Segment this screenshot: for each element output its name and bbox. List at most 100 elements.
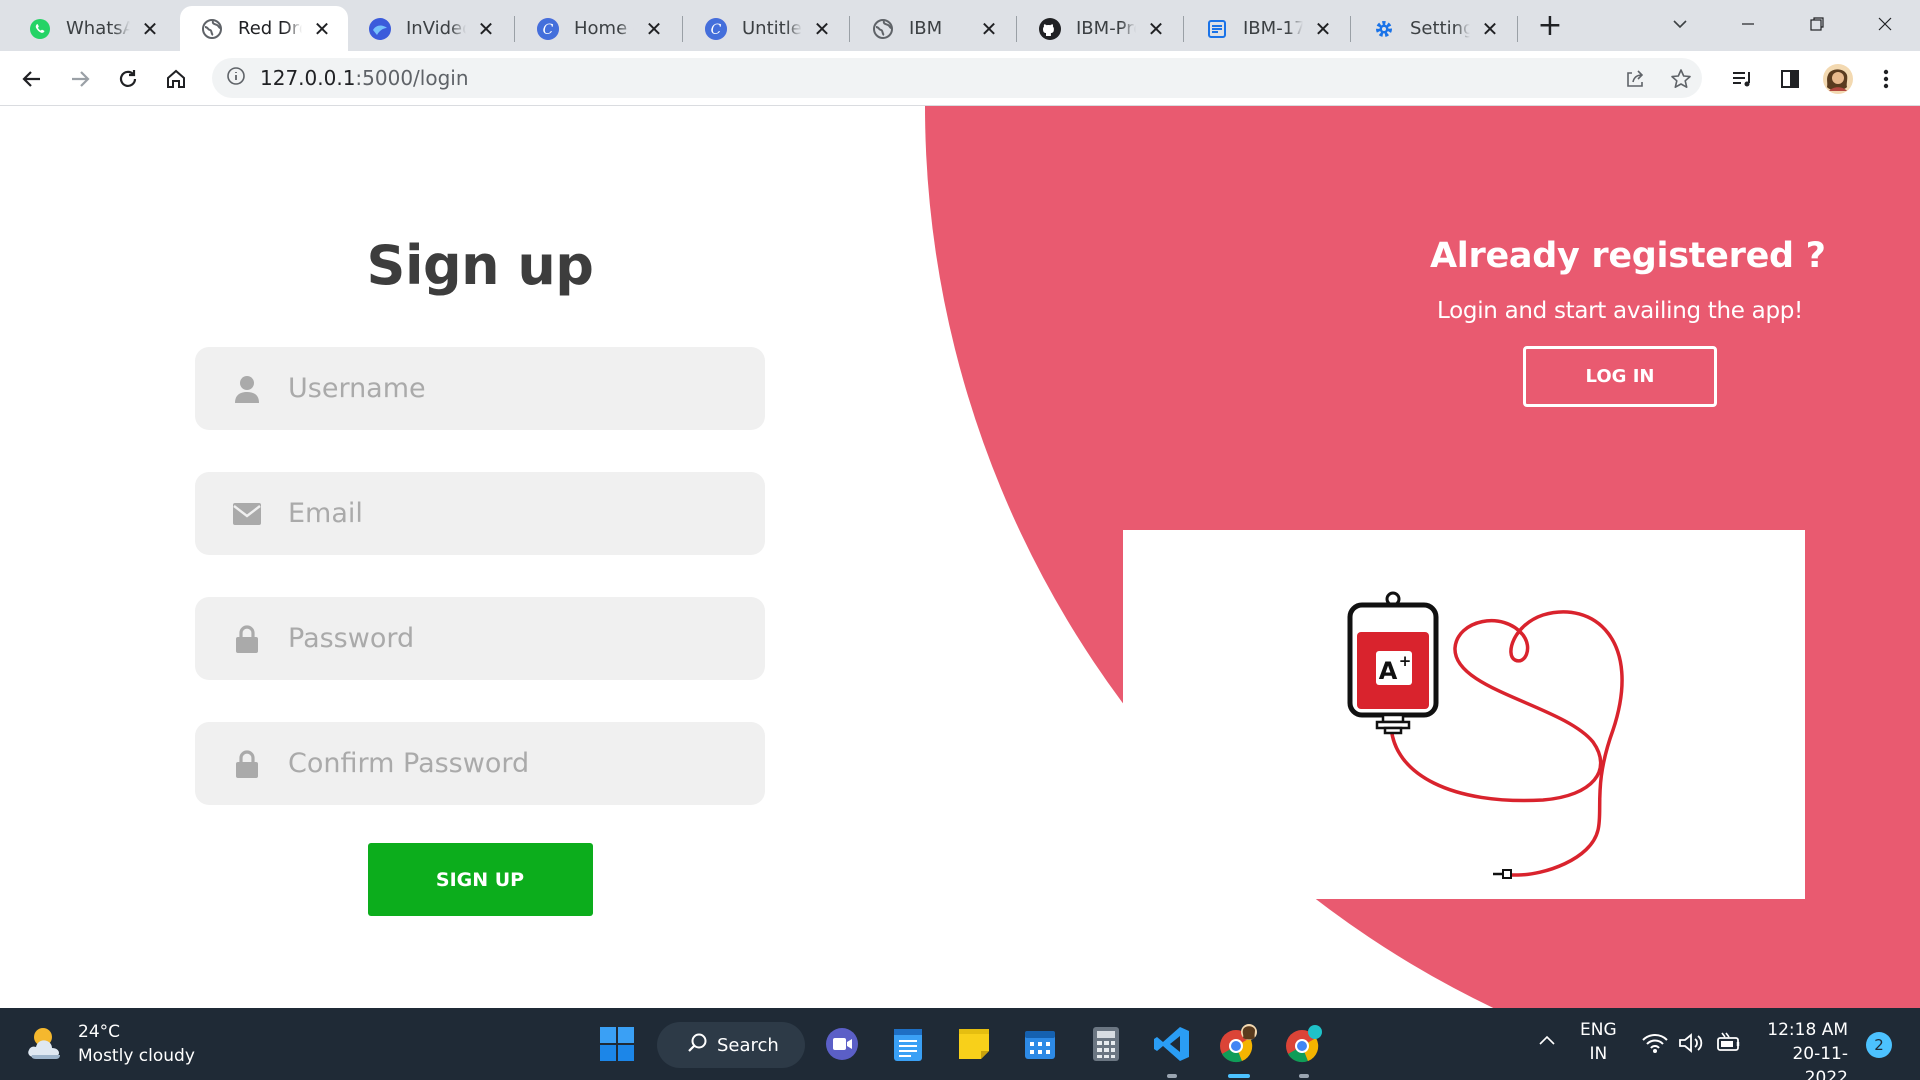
url-path: :5000/login (355, 66, 469, 90)
close-icon[interactable]: ✕ (474, 17, 498, 41)
close-icon[interactable]: ✕ (1478, 17, 1502, 41)
windows-taskbar: 24°C Mostly cloudy Search ENG IN 12:18 A… (0, 1008, 1920, 1080)
side-panel-icon[interactable] (1774, 63, 1806, 95)
close-icon[interactable]: ✕ (1311, 17, 1335, 41)
tab-title: Home - C (574, 18, 634, 39)
language-line2: IN (1589, 1044, 1608, 1064)
close-icon[interactable]: ✕ (1144, 17, 1168, 41)
share-icon[interactable] (1622, 66, 1648, 92)
language-indicator[interactable]: ENG IN (1580, 1018, 1617, 1066)
windows-start-icon[interactable] (595, 1022, 639, 1066)
calendar-icon[interactable] (1018, 1022, 1062, 1066)
tab-settings[interactable]: Settings ✕ (1352, 6, 1516, 51)
close-icon[interactable]: ✕ (642, 17, 666, 41)
tab-search-chevron-icon[interactable] (1655, 4, 1705, 44)
tab-title: IBM-171 (1243, 18, 1303, 39)
weather-temp: 24°C (78, 1022, 121, 1042)
vscode-icon[interactable] (1150, 1022, 1194, 1066)
page-content: Sign up SIGN UP Alre (0, 106, 1920, 1008)
sticky-notes-icon[interactable] (952, 1022, 996, 1066)
close-icon[interactable]: ✕ (810, 17, 834, 41)
tab-title: Settings (1410, 18, 1470, 39)
signup-title: Sign up (366, 234, 594, 297)
tab-invideo[interactable]: InVideo - ✕ (348, 6, 512, 51)
tab-title: WhatsApp (66, 18, 130, 39)
username-field[interactable] (195, 347, 765, 430)
tab-title: Red Drop (238, 18, 302, 39)
login-panel: Already registered ? Login and start ava… (1430, 236, 1826, 407)
tab-separator (682, 16, 683, 42)
close-window-icon[interactable] (1860, 4, 1910, 44)
chrome-icon[interactable] (1282, 1022, 1326, 1066)
forward-button[interactable] (62, 61, 98, 97)
notepad-icon[interactable] (886, 1022, 930, 1066)
tab-ibm-project-github[interactable]: IBM-Proj ✕ (1018, 6, 1182, 51)
blood-type-label: A (1379, 657, 1398, 685)
active-indicator (1228, 1074, 1250, 1078)
url-host: 127.0.0.1 (260, 66, 356, 90)
chevron-up-icon[interactable] (1536, 1030, 1558, 1059)
login-button[interactable]: LOG IN (1523, 346, 1717, 407)
minimize-icon[interactable] (1723, 4, 1773, 44)
profile-avatar[interactable] (1822, 63, 1854, 95)
weather-widget[interactable]: 24°C Mostly cloudy (26, 1020, 195, 1068)
close-icon[interactable]: ✕ (977, 17, 1001, 41)
blood-donation-illustration: A + (1123, 530, 1805, 899)
blood-bag-heart-image: A + (1347, 591, 1624, 879)
cloudy-weather-icon (26, 1023, 66, 1065)
bookmark-star-icon[interactable] (1668, 66, 1694, 92)
github-icon (1038, 17, 1062, 41)
canva-icon: C (536, 17, 560, 41)
confirm-password-field[interactable] (195, 722, 765, 805)
gear-icon (1372, 17, 1396, 41)
tab-title: Untitled (742, 18, 802, 39)
tab-ibm-171[interactable]: IBM-171 ✕ (1185, 6, 1349, 51)
tab-ibm[interactable]: IBM ✕ (851, 6, 1015, 51)
address-bar[interactable]: 127.0.0.1:5000/login (212, 58, 1702, 98)
search-label: Search (717, 1034, 779, 1056)
wifi-icon[interactable] (1642, 1032, 1668, 1061)
tab-untitled[interactable]: C Untitled ✕ (684, 6, 848, 51)
taskbar-search[interactable]: Search (657, 1022, 805, 1068)
notification-badge[interactable]: 2 (1866, 1032, 1892, 1058)
home-button[interactable] (158, 61, 194, 97)
menu-kebab-icon[interactable] (1870, 63, 1902, 95)
password-field[interactable] (195, 597, 765, 680)
whatsapp-icon (28, 17, 52, 41)
tab-title: IBM-Proj (1076, 18, 1136, 39)
info-icon[interactable] (226, 66, 246, 90)
running-indicator (1299, 1074, 1309, 1078)
media-control-icon[interactable] (1726, 63, 1758, 95)
browser-toolbar: 127.0.0.1:5000/login (0, 51, 1920, 106)
back-button[interactable] (14, 61, 50, 97)
tab-separator (1350, 16, 1351, 42)
volume-icon[interactable] (1678, 1032, 1704, 1061)
tab-title: IBM (909, 18, 943, 39)
new-tab-button[interactable]: + (1535, 8, 1565, 43)
password-input[interactable] (288, 623, 728, 654)
clock[interactable]: 12:18 AM 20-11-2022 (1762, 1018, 1848, 1080)
reload-button[interactable] (110, 61, 146, 97)
signup-button[interactable]: SIGN UP (367, 843, 593, 916)
confirm-password-input[interactable] (288, 748, 728, 779)
tab-whatsapp[interactable]: WhatsApp ✕ (8, 6, 176, 51)
close-icon[interactable]: ✕ (138, 17, 162, 41)
tab-separator (1517, 16, 1518, 42)
search-icon (687, 1032, 709, 1059)
chrome-profile-icon[interactable] (1216, 1022, 1260, 1066)
tab-home-canva[interactable]: C Home - C ✕ (516, 6, 680, 51)
teams-meet-icon[interactable] (820, 1022, 864, 1066)
close-icon[interactable]: ✕ (310, 17, 334, 41)
email-field[interactable] (195, 472, 765, 555)
url-text[interactable]: 127.0.0.1:5000/login (260, 66, 469, 90)
calculator-icon[interactable] (1084, 1022, 1128, 1066)
tab-red-drop[interactable]: Red Drop ✕ (180, 6, 348, 51)
battery-icon[interactable] (1714, 1032, 1742, 1061)
envelope-icon (233, 500, 261, 528)
tab-separator (514, 16, 515, 42)
tab-title: InVideo - (406, 18, 466, 39)
username-input[interactable] (288, 373, 728, 404)
email-input[interactable] (288, 498, 728, 529)
restore-icon[interactable] (1792, 4, 1842, 44)
clock-date: 20-11-2022 (1792, 1044, 1848, 1080)
